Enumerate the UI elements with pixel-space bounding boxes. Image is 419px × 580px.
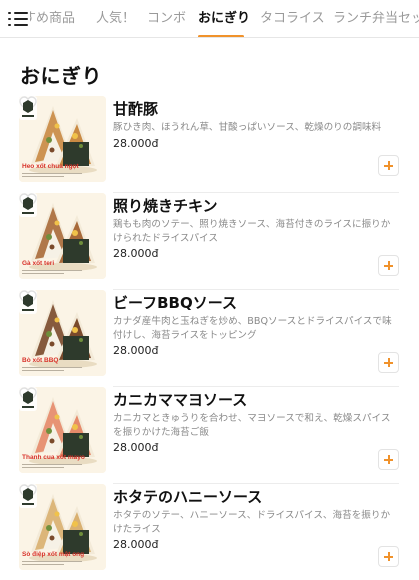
tab-2[interactable]: コンボ <box>147 0 186 37</box>
product-image[interactable]: Heo xốt chua ngọt <box>19 96 106 182</box>
caption-fineprint <box>22 464 82 468</box>
product-name[interactable]: 照り焼きチキン <box>113 195 218 216</box>
product-caption: Heo xốt chua ngọt <box>22 163 79 170</box>
brand-logo <box>19 484 37 508</box>
menu-icon[interactable] <box>8 10 30 28</box>
product-description: カニカマときゅうりを合わせ、マヨソースで和え、乾燥スパイスを振りかけた海苔ご飯 <box>113 413 391 438</box>
product-name[interactable]: カニカママヨソース <box>113 389 247 410</box>
product-price: 28.000đ <box>113 247 159 260</box>
product-caption: Gà xốt teri <box>22 260 55 267</box>
tab-3[interactable]: おにぎり <box>198 0 250 37</box>
product-description: 豚ひき肉、ほうれん草、甘酸っぱいソース、乾燥のりの調味料 <box>113 122 382 133</box>
product-price: 28.000đ <box>113 538 159 551</box>
product-price: 28.000đ <box>113 441 159 454</box>
add-to-cart-plus-icon[interactable] <box>378 546 399 567</box>
product-name[interactable]: ホタテのハニーソース <box>113 486 262 507</box>
add-to-cart-plus-icon[interactable] <box>378 449 399 470</box>
product-item[interactable]: Sò điệp xốt mật ong ホタテのハニーソース ホタテのソテー、ハ… <box>0 484 419 580</box>
tab-1[interactable]: 人気！ <box>96 0 135 37</box>
brand-logo <box>19 387 37 411</box>
product-image[interactable]: Thanh cua xốt mayo <box>19 387 106 473</box>
product-item[interactable]: Gà xốt teri 照り焼きチキン 鶏もも肉のソテー、照り焼きソース、海苔付… <box>0 193 419 290</box>
product-price: 28.000đ <box>113 344 159 357</box>
product-caption: Sò điệp xốt mật ong <box>22 551 85 558</box>
product-price: 28.000đ <box>113 137 159 150</box>
product-caption: Bò xốt BBQ <box>22 357 59 364</box>
add-to-cart-plus-icon[interactable] <box>378 155 399 176</box>
product-name[interactable]: 甘酢豚 <box>113 98 158 119</box>
add-to-cart-plus-icon[interactable] <box>378 255 399 276</box>
category-tab-bar: すすめ商品人気！コンボおにぎりタコライスランチ弁当セット <box>0 0 419 38</box>
product-item[interactable]: Bò xốt BBQ ビーフBBQソース カナダ産牛肉と玉ねぎを炒め、BBQソー… <box>0 290 419 387</box>
product-description: ホタテのソテー、ハニーソース、ドライスパイス、海苔を振りかけたライス <box>113 510 391 535</box>
product-image[interactable]: Sò điệp xốt mật ong <box>19 484 106 570</box>
brand-logo <box>19 193 37 217</box>
tab-5[interactable]: ランチ弁当セット <box>333 0 419 37</box>
caption-fineprint <box>22 270 82 274</box>
product-description: 鶏もも肉のソテー、照り焼きソース、海苔付きのライスに振りかけられたドライスパイス <box>113 219 391 244</box>
caption-fineprint <box>22 561 82 565</box>
caption-fineprint <box>22 173 82 177</box>
product-item[interactable]: Heo xốt chua ngọt 甘酢豚 豚ひき肉、ほうれん草、甘酸っぱいソー… <box>0 96 419 193</box>
tab-4[interactable]: タコライス <box>260 0 325 37</box>
product-item[interactable]: Thanh cua xốt mayo カニカママヨソース カニカマときゅうりを合… <box>0 387 419 484</box>
brand-logo <box>19 290 37 314</box>
caption-fineprint <box>22 367 82 371</box>
product-image[interactable]: Bò xốt BBQ <box>19 290 106 376</box>
section-title: おにぎり <box>20 64 102 88</box>
brand-logo <box>19 96 37 120</box>
add-to-cart-plus-icon[interactable] <box>378 352 399 373</box>
product-name[interactable]: ビーフBBQソース <box>113 292 237 313</box>
product-description: カナダ産牛肉と玉ねぎを炒め、BBQソースとドライスパイスで味付けし、海苔ライスを… <box>113 316 392 341</box>
product-image[interactable]: Gà xốt teri <box>19 193 106 279</box>
product-caption: Thanh cua xốt mayo <box>22 454 85 461</box>
